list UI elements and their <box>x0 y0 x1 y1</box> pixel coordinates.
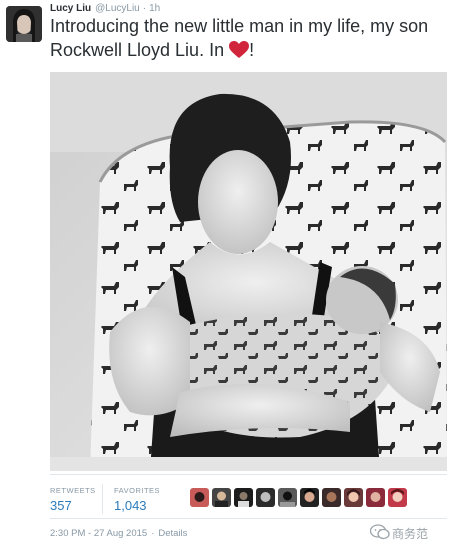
tweet-stats: RETWEETS 357 FAVORITES 1,043 <box>50 478 447 514</box>
retweets-count: 357 <box>50 498 72 513</box>
author-name[interactable]: Lucy Liu <box>50 3 91 14</box>
favorites-label: FAVORITES <box>114 486 161 495</box>
heart-icon <box>229 41 250 58</box>
details-link[interactable]: Details <box>158 528 187 539</box>
favoriter-avatar[interactable] <box>300 488 319 507</box>
favoriter-avatar[interactable] <box>344 488 363 507</box>
retweets-label: RETWEETS <box>50 486 96 495</box>
favoriter-avatar[interactable] <box>212 488 231 507</box>
header-separator: · <box>142 3 147 14</box>
favoriter-avatar[interactable] <box>366 488 385 507</box>
footer-separator: · <box>151 528 155 539</box>
favoriter-avatar[interactable] <box>234 488 253 507</box>
favorites-stat[interactable]: FAVORITES 1,043 <box>114 486 160 514</box>
tweet-footer: 2:30 PM - 27 Aug 2015 · Details <box>50 528 187 539</box>
tweet-timestamp[interactable]: 2:30 PM - 27 Aug 2015 <box>50 528 147 539</box>
author-avatar[interactable] <box>6 6 42 42</box>
author-handle[interactable]: @LucyLiu <box>95 3 140 14</box>
tweet-photo[interactable] <box>50 72 447 471</box>
tweet-text: Introducing the new little man in my lif… <box>50 14 445 62</box>
favoriter-avatar[interactable] <box>190 488 209 507</box>
tweet-text-end: ! <box>249 40 255 60</box>
favoriter-avatar[interactable] <box>278 488 297 507</box>
divider-top <box>50 474 447 475</box>
avatar-image <box>6 6 42 42</box>
favoriter-avatar[interactable] <box>322 488 341 507</box>
photo-image <box>50 72 447 471</box>
retweets-stat[interactable]: RETWEETS 357 <box>50 486 96 514</box>
wechat-icon <box>370 524 390 540</box>
favorites-count: 1,043 <box>114 498 147 513</box>
watermark: 商务范 <box>370 522 450 544</box>
favoriter-avatar[interactable] <box>256 488 275 507</box>
favoriter-avatar[interactable] <box>388 488 407 507</box>
stats-divider <box>102 484 103 514</box>
tweet-age[interactable]: 1h <box>149 3 160 14</box>
divider-bottom <box>50 518 447 519</box>
watermark-text: 商务范 <box>392 527 429 541</box>
